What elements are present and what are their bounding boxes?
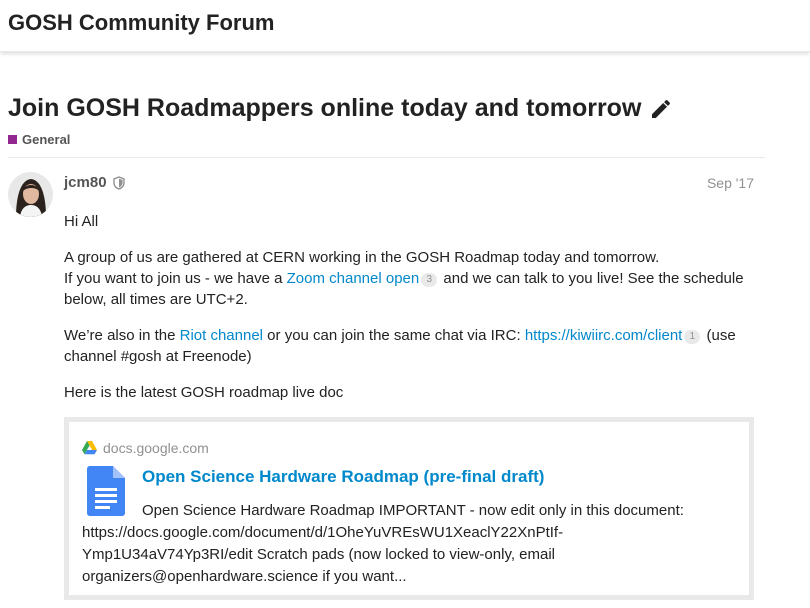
username-link[interactable]: jcm80 (64, 174, 107, 191)
p1-line2-pre: If you want to join us - we have a (64, 270, 287, 287)
pencil-icon[interactable] (649, 97, 673, 121)
category-color-swatch (8, 135, 17, 144)
site-title-link[interactable]: GOSH Community Forum (8, 10, 274, 36)
post-author: jcm80 (64, 174, 126, 191)
category-badge[interactable]: General (8, 132, 70, 147)
title-divider (8, 157, 765, 158)
p2-pre: We’re also in the (64, 327, 180, 344)
avatar[interactable] (8, 172, 53, 217)
p1-line1: A group of us are gathered at CERN worki… (64, 249, 660, 266)
zoom-channel-link[interactable]: Zoom channel open (287, 270, 420, 287)
p2-mid: or you can join the same chat via IRC: (263, 327, 525, 344)
category-name: General (22, 132, 71, 147)
post-paragraph-3: Here is the latest GOSH roadmap live doc (64, 384, 344, 401)
post-paragraph-1: A group of us are gathered at CERN worki… (64, 247, 784, 310)
topic-title-text[interactable]: Join GOSH Roadmappers online today and t… (8, 94, 641, 123)
onebox-title-link[interactable]: Open Science Hardware Roadmap (pre-final… (142, 467, 544, 487)
onebox-description: Open Science Hardware Roadmap IMPORTANT … (82, 500, 722, 588)
site-header: GOSH Community Forum (0, 0, 810, 52)
onebox-source-domain: docs.google.com (103, 440, 209, 456)
link-preview-onebox: docs.google.com Open Science Hardware Ro… (64, 417, 754, 600)
google-drive-icon (82, 441, 97, 455)
post-greeting: Hi All (64, 213, 99, 230)
post-paragraph-2: We’re also in the Riot channel or you ca… (64, 325, 784, 367)
zoom-link-click-count: 3 (421, 273, 438, 287)
post-date[interactable]: Sep '17 (707, 175, 754, 191)
post-body: Hi All A group of us are gathered at CER… (64, 211, 784, 418)
kiwiirc-link[interactable]: https://kiwiirc.com/client (525, 327, 683, 344)
onebox-source[interactable]: docs.google.com (82, 440, 209, 456)
shield-icon (112, 175, 126, 190)
kiwiirc-link-click-count: 1 (684, 330, 701, 344)
riot-channel-link[interactable]: Riot channel (180, 327, 263, 344)
onebox-description-rest: https://docs.google.com/document/d/1OheY… (82, 524, 564, 585)
topic-title: Join GOSH Roadmappers online today and t… (8, 94, 673, 123)
onebox-description-first: Open Science Hardware Roadmap IMPORTANT … (142, 502, 684, 519)
